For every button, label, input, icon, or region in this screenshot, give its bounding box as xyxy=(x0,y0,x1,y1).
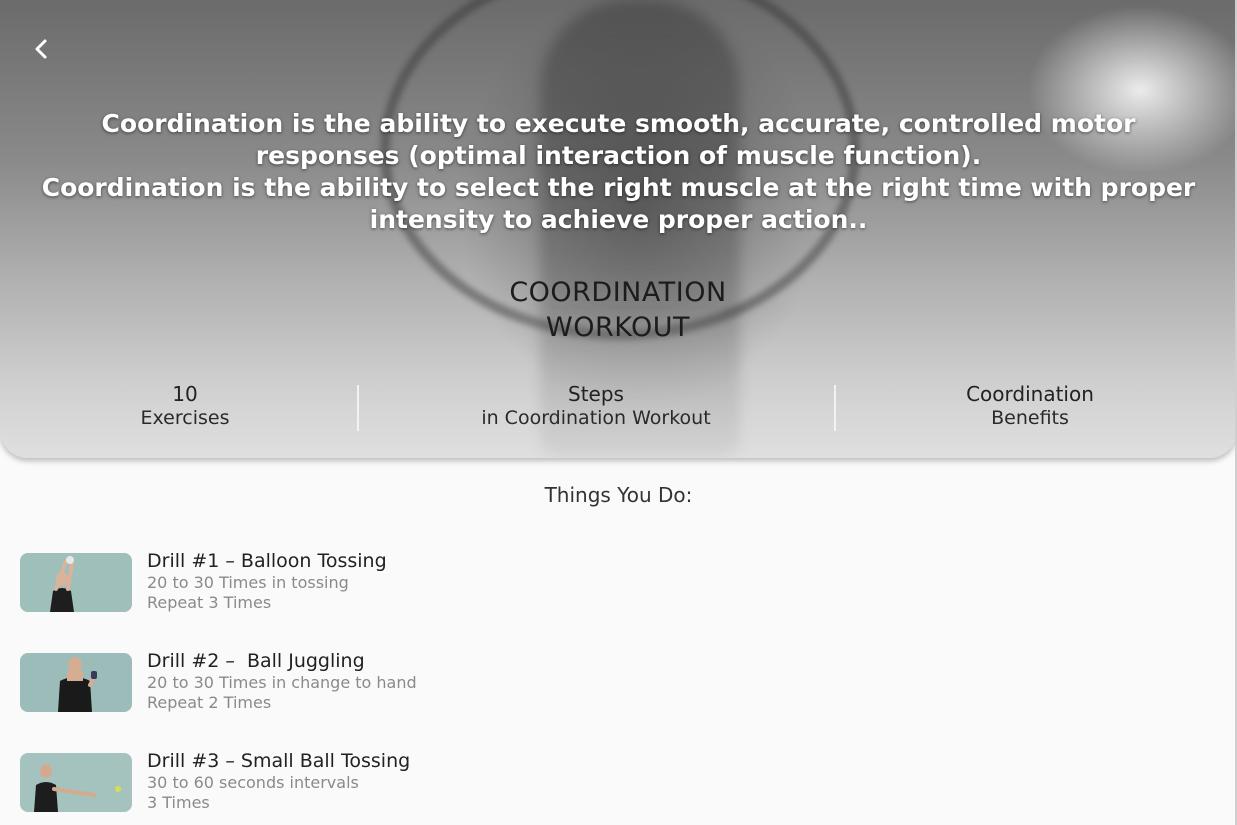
back-button[interactable] xyxy=(26,34,56,64)
list-item[interactable]: Drill #3 – Small Ball Tossing 30 to 60 s… xyxy=(20,750,620,815)
page-title-line-1: COORDINATION xyxy=(509,277,727,308)
drill-detail: 30 to 60 seconds intervals xyxy=(147,773,359,792)
stat-steps-value: Steps xyxy=(568,382,624,406)
drill-detail: 20 to 30 Times in tossing xyxy=(147,573,349,592)
section-title: Things You Do: xyxy=(544,483,693,507)
intro-text: Coordination is the ability to execute s… xyxy=(40,108,1197,236)
drill-repeat: Repeat 2 Times xyxy=(147,693,272,712)
drill-thumbnail xyxy=(20,553,132,612)
drill-thumbnail xyxy=(20,653,132,712)
drill-title: Drill #1 – Balloon Tossing xyxy=(147,550,387,572)
stat-benefits-value: Coordination xyxy=(966,382,1094,406)
stat-divider xyxy=(834,385,836,431)
stats-row: 10 Exercises Steps in Coordination Worko… xyxy=(0,382,1237,434)
drill-title: Drill #3 – Small Ball Tossing xyxy=(147,750,411,772)
stat-divider xyxy=(357,385,359,431)
page-title: COORDINATION WORKOUT xyxy=(418,275,818,345)
drill-repeat: Repeat 3 Times xyxy=(147,593,272,612)
hero-banner: Coordination is the ability to execute s… xyxy=(0,0,1237,458)
intro-line-1: Coordination is the ability to execute s… xyxy=(101,109,1136,170)
stat-benefits: Coordination Benefits xyxy=(930,382,1130,430)
drill-detail: 20 to 30 Times in change to hand xyxy=(147,673,417,692)
page-title-line-2: WORKOUT xyxy=(546,312,690,343)
stat-exercises: 10 Exercises xyxy=(85,382,285,430)
intro-line-2: Coordination is the ability to select th… xyxy=(41,173,1196,234)
stat-steps-label: in Coordination Workout xyxy=(481,407,711,429)
stat-exercises-label: Exercises xyxy=(140,407,230,429)
stat-benefits-label: Benefits xyxy=(991,407,1069,429)
drill-thumbnail xyxy=(20,753,132,812)
stat-exercises-value: 10 xyxy=(172,382,198,406)
drill-repeat: 3 Times xyxy=(147,793,210,812)
list-item[interactable]: Drill #1 – Balloon Tossing 20 to 30 Time… xyxy=(20,550,620,615)
drill-title: Drill #2 – Ball Juggling xyxy=(147,650,365,672)
chevron-left-icon xyxy=(35,39,47,59)
stat-steps: Steps in Coordination Workout xyxy=(446,382,746,430)
list-item[interactable]: Drill #2 – Ball Juggling 20 to 30 Times … xyxy=(20,650,620,715)
